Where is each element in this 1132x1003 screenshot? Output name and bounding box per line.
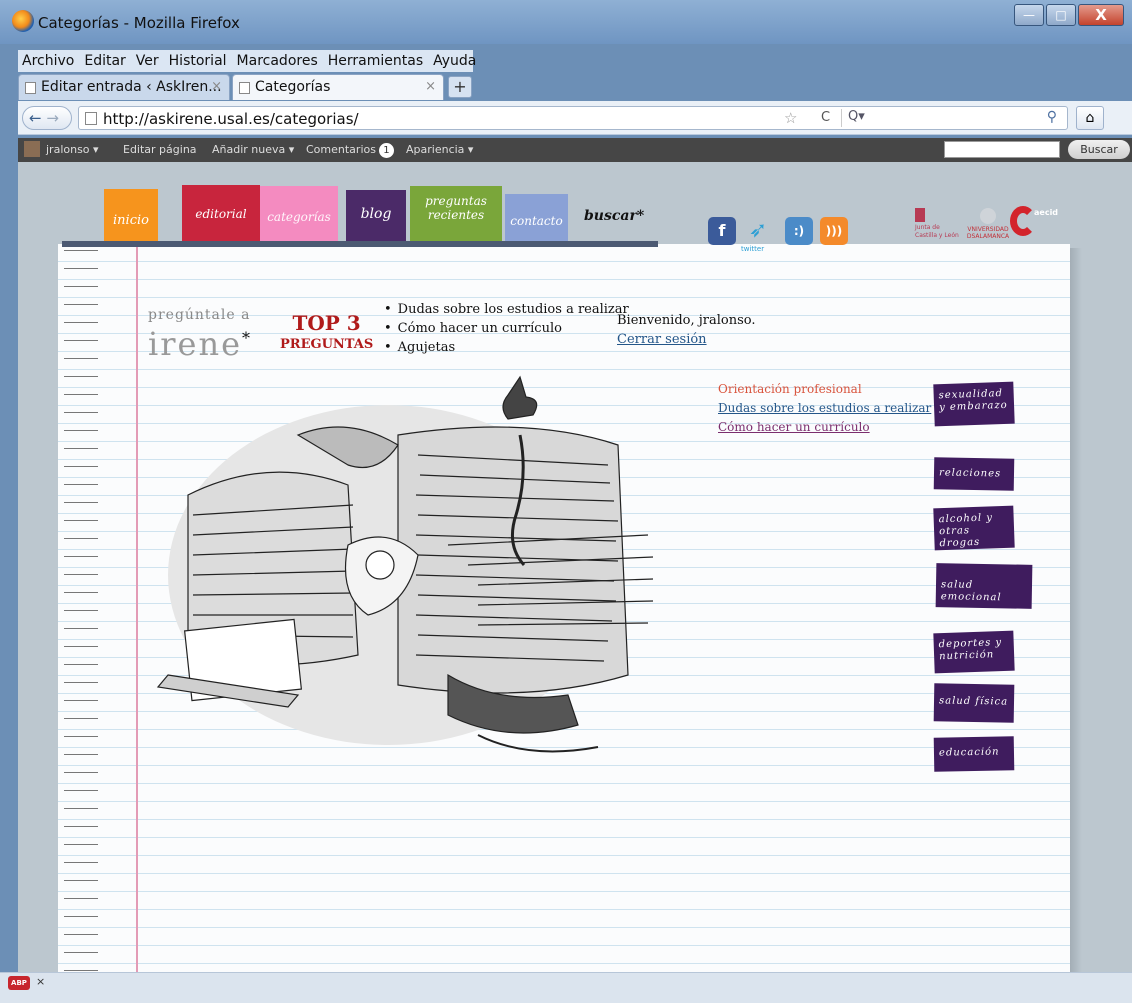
url-text[interactable]: http://askirene.usal.es/categorias/ bbox=[103, 110, 359, 128]
home-button[interactable]: ⌂ bbox=[1076, 106, 1104, 130]
reload-icon[interactable]: C bbox=[821, 110, 830, 125]
menu-ayuda[interactable]: Ayuda bbox=[433, 53, 476, 69]
category-current: Orientación profesional bbox=[718, 382, 862, 396]
top-question-item[interactable]: Cómo hacer un currículo bbox=[384, 319, 629, 338]
address-bar[interactable]: http://askirene.usal.es/categorias/ ☆ C … bbox=[78, 106, 1068, 130]
nav-blog[interactable]: blog bbox=[346, 190, 406, 245]
close-window-button[interactable]: X bbox=[1078, 4, 1124, 26]
admin-user-menu[interactable]: jralonso ▾ bbox=[46, 143, 99, 156]
top-question-item[interactable]: Agujetas bbox=[384, 338, 629, 357]
forward-arrow-icon[interactable]: → bbox=[46, 109, 59, 127]
menu-bar: Archivo Editar Ver Historial Marcadores … bbox=[18, 50, 476, 72]
nav-baseline bbox=[62, 241, 658, 247]
tab-categorias[interactable]: Categorías × bbox=[232, 74, 444, 100]
window-titlebar: Categorías - Mozilla Firefox — □ X bbox=[0, 0, 1132, 44]
tab-close-icon[interactable]: × bbox=[425, 79, 436, 94]
tab-strip: Editar entrada ‹ AskIren... × Categorías… bbox=[18, 74, 1128, 100]
back-arrow-icon[interactable]: ← bbox=[29, 109, 42, 127]
category-educacion[interactable]: educación bbox=[933, 736, 1015, 772]
nav-preguntas-recientes[interactable]: preguntas recientes bbox=[410, 186, 502, 245]
welcome-text: Bienvenido, jralonso. bbox=[617, 313, 756, 328]
category-link[interactable]: Dudas sobre los estudios a realizar bbox=[718, 399, 931, 418]
page-viewport: inicio editorial categorías blog pregunt… bbox=[18, 162, 1132, 972]
tab-label: Categorías bbox=[255, 79, 331, 95]
back-forward-buttons[interactable]: ← → bbox=[22, 106, 72, 130]
admin-comments-label: Comentarios bbox=[306, 143, 376, 156]
facebook-icon[interactable]: f bbox=[708, 217, 736, 245]
firefox-logo-icon bbox=[12, 10, 34, 32]
category-salud-fisica[interactable]: salud física bbox=[933, 683, 1015, 723]
universidad-salamanca-logo[interactable]: VNIVERSIDAD DSALAMANCA bbox=[966, 208, 1010, 240]
comments-count-badge: 1 bbox=[378, 143, 394, 158]
page-favicon-icon bbox=[25, 82, 36, 94]
close-addon-bar-icon[interactable]: × bbox=[36, 975, 45, 988]
menu-ver[interactable]: Ver bbox=[136, 53, 159, 69]
minimize-button[interactable]: — bbox=[1014, 4, 1044, 26]
tab-close-icon[interactable]: × bbox=[211, 79, 222, 94]
admin-add-new[interactable]: Añadir nueva ▾ bbox=[212, 143, 294, 156]
category-salud-emocional[interactable]: salud emocional bbox=[935, 563, 1033, 609]
category-alcohol-drogas[interactable]: alcohol y otras drogas bbox=[933, 505, 1015, 551]
maximize-button[interactable]: □ bbox=[1046, 4, 1076, 26]
menu-editar[interactable]: Editar bbox=[84, 53, 125, 69]
adblock-plus-icon[interactable]: ABP bbox=[8, 976, 30, 990]
menu-historial[interactable]: Historial bbox=[169, 53, 227, 69]
aecid-c-icon bbox=[1010, 206, 1036, 236]
user-avatar[interactable] bbox=[24, 141, 40, 157]
top3-heading: TOP 3 PREGUNTAS bbox=[280, 311, 374, 352]
bookmark-star-icon[interactable]: ☆ bbox=[784, 109, 797, 127]
rss-icon[interactable]: ))) bbox=[820, 217, 848, 245]
brand-logo[interactable]: irene* bbox=[148, 325, 252, 363]
logout-link[interactable]: Cerrar sesión bbox=[617, 332, 707, 347]
admin-search-button[interactable]: Buscar bbox=[1068, 140, 1130, 159]
nav-categorias[interactable]: categorías bbox=[260, 186, 338, 246]
paper-margin-line bbox=[136, 244, 138, 972]
top-question-item[interactable]: Dudas sobre los estudios a realizar bbox=[384, 300, 629, 319]
search-engine-icon[interactable]: Q▾ bbox=[848, 109, 865, 124]
window-controls: — □ X bbox=[1014, 4, 1124, 28]
usal-seal-icon bbox=[980, 208, 996, 224]
category-breadcrumbs: Orientación profesional Dudas sobre los … bbox=[718, 380, 931, 437]
twitter-bird-icon[interactable]: ➶ bbox=[744, 217, 772, 245]
brand-tagline: pregúntale a bbox=[148, 307, 251, 323]
paper-stacks-drawing bbox=[156, 375, 654, 753]
search-input[interactable]: Q▾ ⚲ bbox=[841, 109, 1063, 127]
category-sexualidad-embarazo[interactable]: sexualidad y embarazo bbox=[933, 381, 1015, 427]
nav-editorial[interactable]: editorial bbox=[182, 185, 260, 245]
menu-marcadores[interactable]: Marcadores bbox=[237, 53, 318, 69]
category-relaciones[interactable]: relaciones bbox=[933, 457, 1015, 491]
nav-contacto[interactable]: contacto bbox=[505, 194, 568, 245]
site-identity-icon[interactable] bbox=[85, 112, 97, 125]
student-books-illustration bbox=[156, 375, 654, 753]
search-icon[interactable]: ⚲ bbox=[1047, 109, 1057, 125]
wp-admin-bar: jralonso ▾ Editar página Añadir nueva ▾ … bbox=[18, 138, 1132, 162]
navigation-toolbar: ← → http://askirene.usal.es/categorias/ … bbox=[18, 101, 1132, 135]
top-questions-list: Dudas sobre los estudios a realizar Cómo… bbox=[384, 300, 629, 357]
admin-appearance[interactable]: Apariencia ▾ bbox=[406, 143, 473, 156]
nav-inicio[interactable]: inicio bbox=[104, 189, 158, 245]
nav-buscar[interactable]: buscar* bbox=[584, 208, 644, 224]
junta-castilla-leon-logo[interactable]: Junta de Castilla y León bbox=[915, 208, 959, 239]
new-tab-button[interactable]: + bbox=[448, 76, 472, 98]
admin-comments[interactable]: Comentarios 1 bbox=[306, 143, 394, 158]
category-deportes-nutricion[interactable]: deportes y nutrición bbox=[933, 630, 1015, 674]
tab-editar-entrada[interactable]: Editar entrada ‹ AskIren... × bbox=[18, 74, 230, 100]
window-title: Categorías - Mozilla Firefox bbox=[38, 14, 240, 32]
page-favicon-icon bbox=[239, 82, 250, 94]
category-link[interactable]: Cómo hacer un currículo bbox=[718, 418, 931, 437]
admin-edit-page[interactable]: Editar página bbox=[123, 143, 197, 156]
aecid-logo[interactable]: aecid bbox=[1010, 206, 1070, 240]
jcyl-shield-icon bbox=[915, 208, 925, 222]
chat-bubble-icon[interactable]: :) bbox=[785, 217, 813, 245]
status-bar: ABP × bbox=[0, 972, 1132, 1003]
twitter-label: twitter bbox=[741, 245, 765, 253]
admin-search-input[interactable] bbox=[944, 141, 1060, 158]
menu-herramientas[interactable]: Herramientas bbox=[328, 53, 423, 69]
tab-label: Editar entrada ‹ AskIren... bbox=[41, 79, 222, 95]
menu-archivo[interactable]: Archivo bbox=[22, 53, 74, 69]
spiral-binding bbox=[64, 242, 98, 972]
